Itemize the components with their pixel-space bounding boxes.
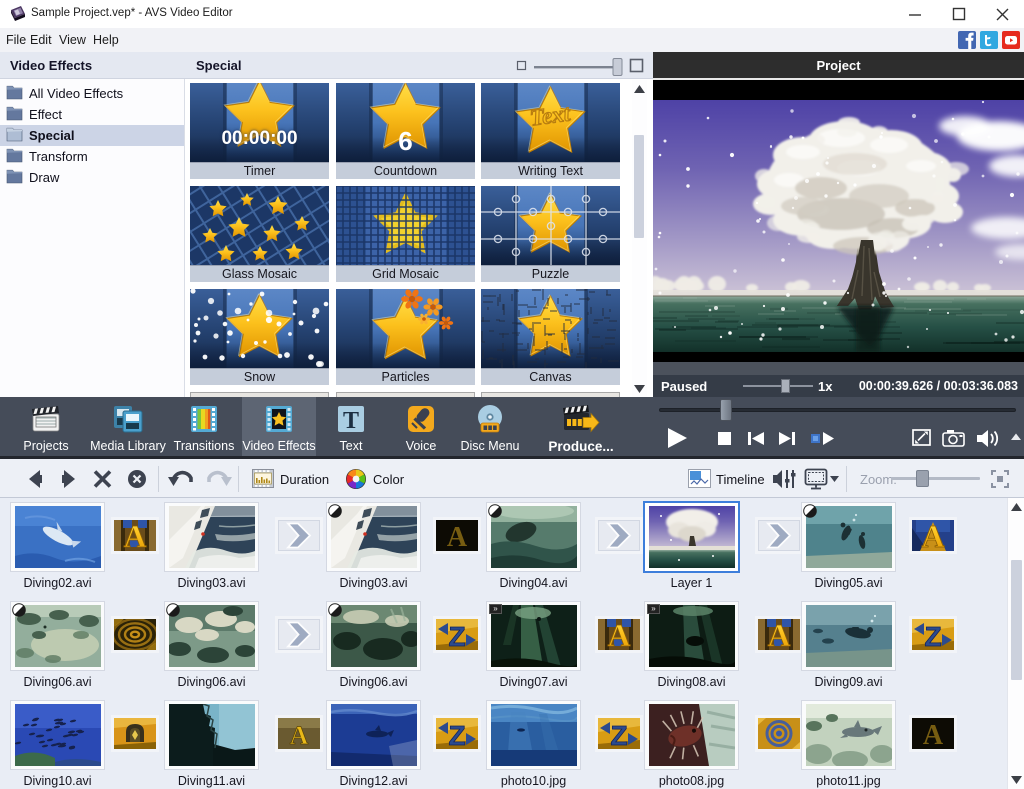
svg-text:Z: Z [448, 720, 465, 749]
svg-text:A: A [767, 619, 790, 650]
svg-text:Z: Z [448, 621, 465, 650]
svg-text:A: A [607, 619, 630, 650]
svg-text:Z: Z [610, 720, 627, 749]
svg-text:Z: Z [924, 621, 941, 650]
svg-text:A: A [290, 721, 309, 749]
svg-text:A: A [923, 720, 944, 749]
svg-text:T: T [343, 408, 359, 434]
svg-text:6: 6 [398, 126, 412, 156]
svg-text:A: A [123, 520, 146, 551]
svg-text:A: A [447, 522, 468, 551]
svg-text:A: A [921, 520, 944, 551]
svg-text:00:00:00: 00:00:00 [221, 128, 297, 149]
